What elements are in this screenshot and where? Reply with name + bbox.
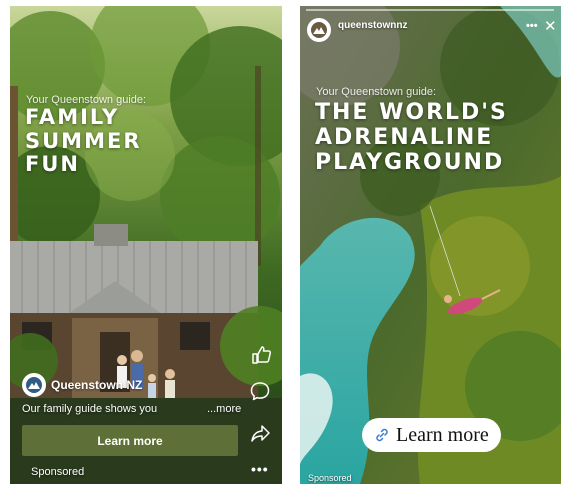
headline-line: SUMMER — [25, 128, 142, 153]
sponsored-label: Sponsored — [31, 466, 85, 478]
learn-more-label: Learn more — [396, 423, 489, 446]
more-options-icon[interactable]: ••• — [251, 461, 269, 477]
share-icon[interactable] — [249, 422, 271, 444]
comment-icon[interactable] — [249, 380, 271, 402]
mountain-logo-icon — [26, 377, 42, 393]
headline-line: FUN — [25, 152, 80, 177]
instagram-story-ad[interactable]: queenstownnz ••• ✕ Your Queenstown guide… — [300, 6, 561, 484]
headline: FAMILY SUMMER FUN — [25, 105, 142, 177]
close-icon[interactable]: ✕ — [544, 17, 557, 35]
headline-line: FAMILY — [25, 105, 120, 129]
learn-more-button[interactable]: Learn more — [22, 425, 238, 456]
brand-avatar[interactable] — [22, 373, 46, 397]
headline: THE WORLD'S ADRENALINE PLAYGROUND — [315, 100, 508, 175]
guide-kicker: Your Queenstown guide: — [316, 86, 437, 98]
caption-text: Our family guide shows you — [22, 403, 158, 415]
sponsored-label: Sponsored — [308, 473, 352, 483]
brand-name[interactable]: Queenstown NZ — [51, 378, 142, 392]
brand-avatar[interactable] — [307, 18, 331, 42]
see-more-link[interactable]: ...more — [207, 403, 241, 415]
headline-line: ADRENALINE — [315, 125, 494, 151]
brand-handle[interactable]: queenstownnz — [338, 20, 407, 31]
story-progress-bar — [306, 9, 554, 11]
facebook-story-ad[interactable]: Your Queenstown guide: FAMILY SUMMER FUN… — [10, 6, 282, 484]
river-canyon-photo — [300, 6, 561, 484]
headline-line: THE WORLD'S — [315, 100, 508, 125]
headline-line: PLAYGROUND — [315, 150, 505, 176]
link-icon — [376, 428, 388, 442]
like-icon[interactable] — [250, 344, 272, 366]
caption: Our family guide shows you ...more — [22, 403, 272, 415]
more-options-icon[interactable]: ••• — [526, 20, 538, 32]
learn-more-button[interactable]: Learn more — [362, 418, 501, 452]
mountain-logo-icon — [311, 22, 327, 38]
